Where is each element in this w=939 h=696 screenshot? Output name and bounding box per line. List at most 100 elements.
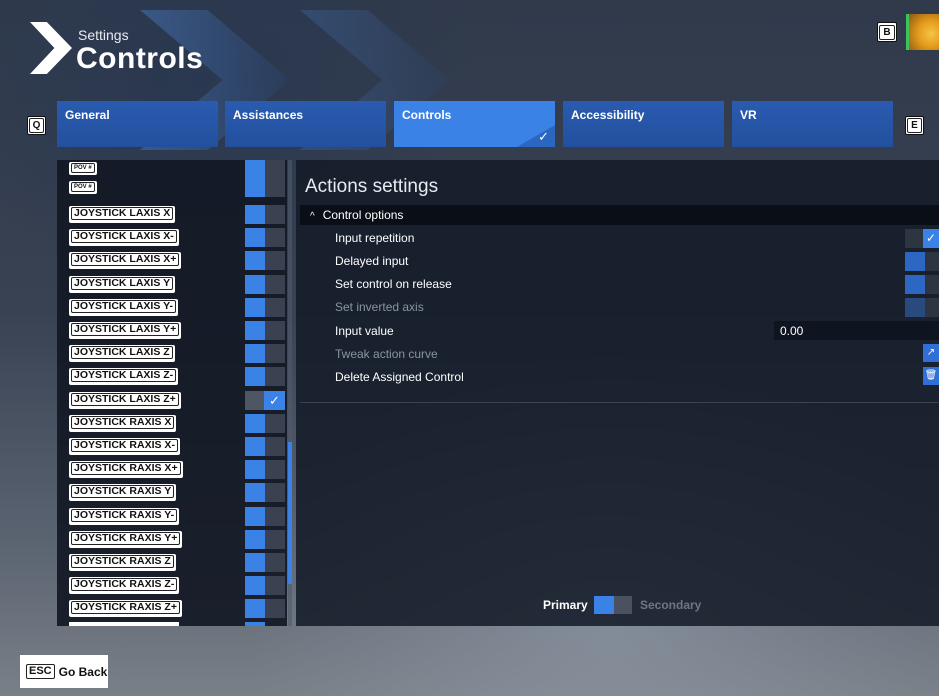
binding-toggle[interactable]	[245, 205, 285, 224]
option-delete-assigned-control: Delete Assigned Control	[335, 370, 464, 384]
option-input-value: Input value	[335, 324, 394, 338]
binding-toggle[interactable]	[245, 178, 285, 197]
option-set-control-on-release: Set control on release	[335, 277, 452, 291]
binding-key-label: JOYSTICK RAXIS X+	[69, 461, 183, 479]
binding-row[interactable]: JOYSTICK RAXIS Y+	[57, 528, 287, 551]
set-control-on-release-toggle[interactable]	[905, 275, 939, 294]
binding-row[interactable]: JOYSTICK RAXIS Z	[57, 551, 287, 574]
option-input-repetition: Input repetition	[335, 231, 415, 245]
toggle-fill	[905, 298, 925, 317]
binding-toggle[interactable]	[245, 321, 285, 340]
tab-assistances[interactable]: Assistances	[225, 101, 386, 147]
curve-icon[interactable]: ↗	[923, 344, 939, 362]
actions-settings-panel: Actions settings ^ Control options Input …	[296, 160, 939, 626]
tab-general[interactable]: General	[57, 101, 218, 147]
binding-row[interactable]: JOYSTICK LAXIS Y	[57, 273, 287, 296]
binding-row-partial[interactable]	[57, 622, 287, 626]
binding-toggle[interactable]	[245, 437, 285, 456]
go-back-button[interactable]: ESC Go Back	[20, 655, 108, 688]
binding-row[interactable]: JOYSTICK RAXIS X-	[57, 435, 287, 458]
key-b-button[interactable]: B	[877, 22, 897, 42]
toggle-fill	[245, 437, 265, 456]
input-repetition-toggle[interactable]: ✓	[905, 229, 939, 248]
binding-toggle[interactable]	[245, 622, 265, 626]
binding-row[interactable]: JOYSTICK LAXIS Y-	[57, 296, 287, 319]
binding-key-text: JOYSTICK LAXIS X	[71, 207, 174, 220]
toggle-fill	[905, 252, 925, 271]
binding-toggle[interactable]	[245, 251, 285, 271]
binding-row[interactable]: JOYSTICK RAXIS Y	[57, 481, 287, 504]
active-tab-marker: ✓	[517, 125, 555, 147]
binding-key-text: JOYSTICK RAXIS Z+	[71, 601, 180, 615]
binding-toggle[interactable]	[245, 506, 285, 526]
prev-tab-key[interactable]: Q	[27, 116, 46, 135]
binding-row[interactable]: JOYSTICK RAXIS X	[57, 412, 287, 435]
binding-row[interactable]: JOYSTICK LAXIS Z+ ✓	[57, 389, 287, 412]
checkmark-icon: ✓	[538, 129, 549, 144]
binding-toggle[interactable]	[245, 274, 285, 294]
binding-key-label: JOYSTICK RAXIS Y-	[69, 507, 180, 525]
binding-row[interactable]: JOYSTICK RAXIS X+	[57, 458, 287, 481]
binding-toggle[interactable]	[245, 228, 285, 248]
binding-key-text: JOYSTICK RAXIS Z	[71, 555, 174, 568]
binding-key-label: JOYSTICK LAXIS Y-	[69, 298, 178, 316]
binding-row[interactable]: JOYSTICK LAXIS X+	[57, 249, 287, 272]
avatar[interactable]	[906, 14, 939, 50]
binding-key-label: JOYSTICK RAXIS Y+	[69, 530, 183, 548]
toggle-fill	[245, 274, 265, 294]
primary-secondary-toggle[interactable]	[594, 596, 632, 614]
control-options-header[interactable]: ^ Control options	[300, 205, 939, 225]
toggle-fill	[245, 413, 265, 433]
binding-toggle[interactable]	[245, 367, 285, 387]
binding-key-label: JOYSTICK LAXIS Y+	[69, 322, 182, 339]
collapse-caret-icon: ^	[310, 211, 315, 222]
page-title: Controls	[76, 42, 204, 75]
key-q-label: Q	[28, 118, 45, 133]
binding-toggle[interactable]	[245, 297, 285, 317]
binding-toggle[interactable]	[245, 483, 285, 503]
tab-controls[interactable]: Controls ✓	[394, 101, 555, 147]
key-e-label: E	[907, 118, 922, 133]
binding-row[interactable]: JOYSTICK LAXIS Y+	[57, 319, 287, 342]
key-b-label: B	[879, 24, 895, 40]
binding-row[interactable]: JOYSTICK LAXIS Z-	[57, 365, 287, 388]
tab-vr[interactable]: VR	[732, 101, 893, 147]
binding-key-text: JOYSTICK LAXIS X-	[71, 230, 177, 244]
binding-key-text: JOYSTICK LAXIS Z+	[71, 392, 179, 406]
toggle-fill	[245, 506, 265, 526]
binding-toggle[interactable]	[245, 529, 285, 549]
set-inverted-axis-toggle[interactable]	[905, 298, 939, 317]
binding-row[interactable]: JOYSTICK RAXIS Z-	[57, 574, 287, 597]
next-tab-key[interactable]: E	[905, 116, 924, 135]
bindings-scroll-thumb[interactable]	[288, 442, 292, 584]
delayed-input-toggle[interactable]	[905, 252, 939, 271]
bindings-list[interactable]: POV # POV # JOYSTICK LAXIS X JOYSTICK LAXIS…	[57, 160, 287, 626]
esc-key-label: ESC	[26, 664, 55, 679]
binding-key-label: JOYSTICK LAXIS X-	[69, 229, 179, 247]
trash-icon[interactable]: 🗑	[923, 367, 939, 385]
option-set-inverted-axis: Set inverted axis	[335, 300, 424, 314]
binding-row[interactable]: POV #	[57, 176, 287, 199]
binding-key-label: POV #	[69, 181, 97, 194]
binding-row[interactable]: JOYSTICK LAXIS X-	[57, 226, 287, 249]
binding-row[interactable]: JOYSTICK LAXIS Z	[57, 342, 287, 365]
binding-row[interactable]: JOYSTICK LAXIS X	[57, 203, 287, 226]
binding-toggle[interactable]	[245, 413, 285, 433]
toggle-fill	[245, 599, 265, 619]
binding-toggle-selected[interactable]: ✓	[245, 390, 285, 410]
binding-toggle[interactable]	[245, 553, 285, 572]
primary-label: Primary	[543, 598, 588, 612]
toggle-fill	[245, 251, 265, 271]
binding-toggle[interactable]	[245, 576, 285, 596]
binding-key-text: JOYSTICK RAXIS X+	[71, 462, 181, 476]
binding-toggle[interactable]	[245, 460, 285, 480]
binding-toggle[interactable]	[245, 599, 285, 619]
option-tweak-action-curve: Tweak action curve	[335, 347, 438, 361]
input-value-field[interactable]: 0.00	[774, 321, 939, 340]
binding-row[interactable]: JOYSTICK RAXIS Y-	[57, 505, 287, 528]
toggle-fill	[245, 344, 265, 364]
binding-row[interactable]: JOYSTICK RAXIS Z+	[57, 597, 287, 620]
tab-accessibility[interactable]: Accessibility	[563, 101, 724, 147]
binding-toggle[interactable]	[245, 344, 285, 364]
binding-key-text: JOYSTICK LAXIS Y	[71, 276, 174, 290]
